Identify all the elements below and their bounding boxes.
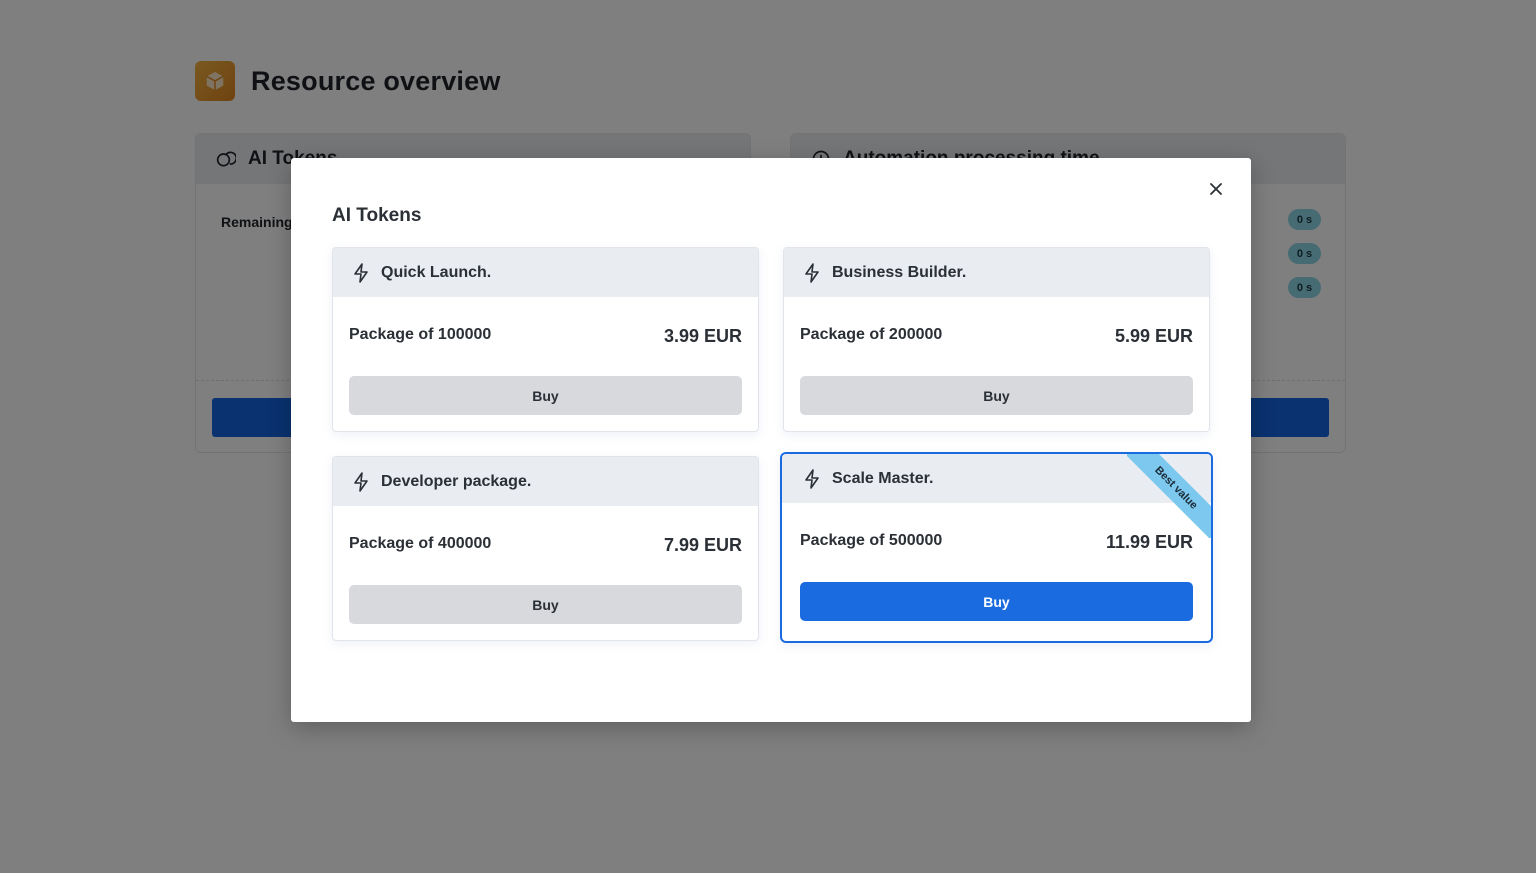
buy-button[interactable]: Buy [349, 376, 742, 415]
package-card: Developer package. Package of 400000 7.9… [332, 456, 759, 641]
package-name: Quick Launch. [381, 263, 492, 281]
close-icon [1210, 183, 1222, 195]
package-price: 5.99 EUR [1114, 326, 1193, 346]
package-card-header: Quick Launch. [333, 248, 758, 297]
package-card-body: Package of 400000 7.99 EUR Buy [333, 506, 758, 640]
package-price: 7.99 EUR [663, 535, 742, 555]
buy-button[interactable]: Buy [800, 376, 1193, 415]
lightning-icon [805, 468, 819, 489]
package-card-header: Developer package. [333, 457, 758, 506]
package-card: Quick Launch. Package of 100000 3.99 EUR… [332, 247, 759, 432]
lightning-icon [354, 262, 368, 283]
package-description: Package of 400000 [349, 535, 492, 552]
package-card-body: Package of 100000 3.99 EUR Buy [333, 297, 758, 431]
package-card: Business Builder. Package of 200000 5.99… [783, 247, 1210, 432]
package-name: Business Builder. [832, 263, 967, 281]
package-name: Developer package. [381, 472, 532, 490]
package-description: Package of 100000 [349, 326, 492, 343]
ai-tokens-modal: AI Tokens Quick Launch. Package of 10000… [291, 158, 1251, 722]
best-value-badge: Best value [1127, 454, 1211, 538]
buy-button[interactable]: Buy [349, 585, 742, 624]
package-price: 3.99 EUR [663, 326, 742, 346]
lightning-icon [354, 471, 368, 492]
buy-button[interactable]: Buy [800, 582, 1193, 621]
modal-title: AI Tokens [332, 205, 422, 226]
lightning-icon [805, 262, 819, 283]
package-name: Scale Master. [832, 469, 934, 487]
package-card-header: Business Builder. [784, 248, 1209, 297]
best-value-ribbon: Best value [1127, 454, 1211, 538]
close-button[interactable] [1205, 178, 1227, 200]
package-card-body: Package of 200000 5.99 EUR Buy [784, 297, 1209, 431]
package-card-featured: Scale Master. Package of 500000 11.99 EU… [780, 452, 1213, 643]
package-description: Package of 500000 [800, 532, 943, 549]
package-description: Package of 200000 [800, 326, 943, 343]
